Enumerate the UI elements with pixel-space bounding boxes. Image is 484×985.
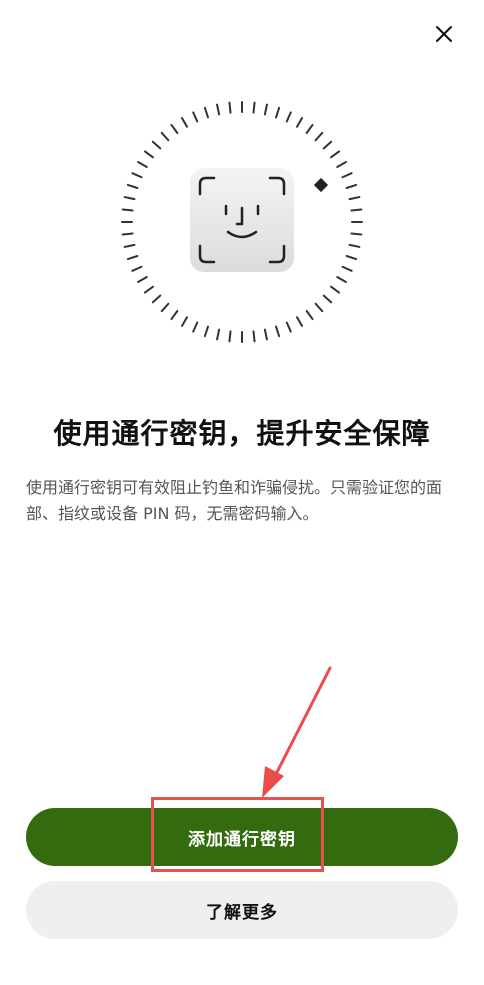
scan-ring-tick xyxy=(345,183,358,190)
scan-ring-tick xyxy=(216,103,221,116)
scan-ring-tick xyxy=(123,243,136,248)
scan-ring-tick xyxy=(203,325,210,338)
scan-ring-tick xyxy=(160,131,170,142)
scan-ring-tick xyxy=(160,302,170,313)
scan-ring-tick xyxy=(216,328,221,341)
scan-ring-tick xyxy=(345,254,358,261)
scan-ring-tick xyxy=(314,131,324,142)
scan-ring-tick xyxy=(329,285,341,294)
learn-more-button[interactable]: 了解更多 xyxy=(26,881,458,939)
scan-ring-tick xyxy=(252,101,256,114)
scan-ring-tick xyxy=(131,265,143,272)
scan-ring-tick xyxy=(131,172,143,179)
learn-more-label: 了解更多 xyxy=(206,902,278,923)
scan-ring-tick xyxy=(203,106,210,119)
scan-ring-tick xyxy=(348,243,361,248)
scan-ring-tick xyxy=(296,117,303,128)
page-title: 使用通行密钥，提升安全保障 xyxy=(53,417,431,450)
scan-ring-tick xyxy=(121,208,134,212)
scan-ring-tick xyxy=(137,161,148,168)
scan-ring-tick xyxy=(126,254,139,261)
add-passkey-button[interactable]: 添加通行密钥 xyxy=(26,808,458,866)
scan-ring-tick xyxy=(143,285,155,294)
scan-ring-tick xyxy=(137,276,148,283)
scan-ring-tick xyxy=(285,111,292,123)
face-id-icon xyxy=(190,168,294,272)
scan-ring-tick xyxy=(322,140,333,150)
scan-ring-tick xyxy=(336,161,347,168)
scan-ring-tick xyxy=(329,150,341,159)
scan-ring-tick xyxy=(123,196,136,201)
scan-ring-tick xyxy=(263,103,268,116)
scan-ring-tick xyxy=(192,111,199,123)
scan-ring-tick xyxy=(228,101,232,114)
scan-ring-tick xyxy=(350,232,363,236)
scan-ring-tick xyxy=(322,294,333,304)
scan-ring-tick xyxy=(151,140,162,150)
passkey-illustration xyxy=(110,90,374,354)
scan-ring-tick xyxy=(151,294,162,304)
scan-ring-tick xyxy=(170,309,179,321)
scan-ring-tick xyxy=(305,309,314,321)
scan-ring-tick xyxy=(170,123,179,135)
add-passkey-label: 添加通行密钥 xyxy=(188,829,296,850)
scan-ring-tick xyxy=(192,321,199,333)
scan-ring-tick xyxy=(121,232,134,236)
scan-ring-tick xyxy=(274,106,281,119)
scan-ring-tick xyxy=(228,330,232,343)
scan-ring-tick xyxy=(252,330,256,343)
scan-ring-tick xyxy=(274,325,281,338)
diamond-marker-icon xyxy=(313,177,329,193)
scan-ring-tick xyxy=(143,150,155,159)
scan-ring-tick xyxy=(341,172,353,179)
scan-ring-tick xyxy=(336,276,347,283)
scan-ring-tick xyxy=(305,123,314,135)
scan-ring-tick xyxy=(126,183,139,190)
scan-ring-tick xyxy=(181,316,188,327)
scan-ring-tick xyxy=(181,117,188,128)
scan-ring-tick xyxy=(296,316,303,327)
close-button[interactable] xyxy=(426,20,462,48)
close-icon xyxy=(436,26,452,42)
scan-ring-tick xyxy=(285,321,292,333)
scan-ring-tick xyxy=(350,208,363,212)
page-description: 使用通行密钥可有效阻止钓鱼和诈骗侵扰。只需验证您的面部、指纹或设备 PIN 码，… xyxy=(26,478,443,523)
scan-ring-tick xyxy=(314,302,324,313)
scan-ring-tick xyxy=(263,328,268,341)
scan-ring-tick xyxy=(348,196,361,201)
scan-ring-tick xyxy=(341,265,353,272)
